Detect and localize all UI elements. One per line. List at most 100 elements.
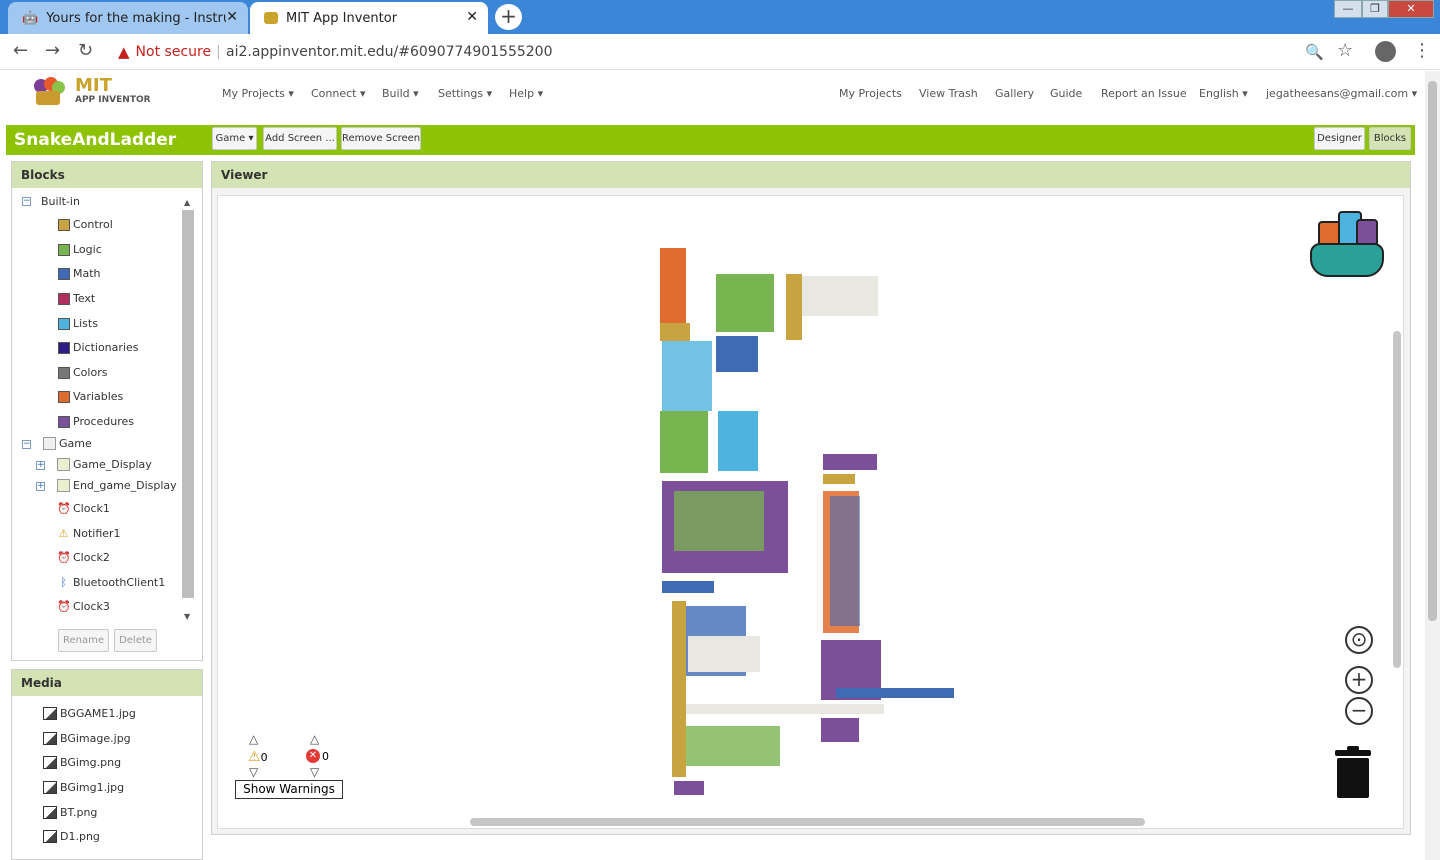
block-stack[interactable]	[716, 336, 758, 372]
tree-screen-game[interactable]: Game	[43, 437, 92, 450]
maximize-window-button[interactable]: ❐	[1362, 0, 1388, 18]
tree-item-control[interactable]: Control	[58, 218, 113, 231]
remove-screen-button[interactable]: Remove Screen	[341, 127, 421, 150]
block-stack[interactable]	[688, 636, 760, 672]
tree-item-game-display[interactable]: Game_Display	[57, 458, 152, 471]
zoom-in-icon[interactable]: +	[1345, 666, 1373, 694]
tree-item-clock1[interactable]: ⏰ Clock1	[57, 502, 110, 515]
delete-button[interactable]: Delete	[114, 629, 157, 652]
prev-error-icon[interactable]: △	[310, 732, 319, 746]
tree-item-colors[interactable]: Colors	[58, 366, 107, 379]
block-stack[interactable]	[674, 781, 704, 795]
prev-warning-icon[interactable]: △	[249, 732, 258, 746]
tree-item-notifier1[interactable]: ⚠ Notifier1	[57, 527, 121, 540]
menu-connect[interactable]: Connect ▾	[311, 87, 366, 100]
link-gallery[interactable]: Gallery	[995, 87, 1034, 100]
menu-settings[interactable]: Settings ▾	[438, 87, 492, 100]
browser-menu-icon[interactable]: ⋮	[1413, 40, 1431, 61]
media-file[interactable]: BT.png	[43, 806, 97, 819]
block-stack[interactable]	[686, 726, 780, 766]
menu-my-projects[interactable]: My Projects ▾	[222, 87, 294, 100]
media-file[interactable]: BGimg.png	[43, 756, 121, 769]
link-guide[interactable]: Guide	[1050, 87, 1082, 100]
url-input[interactable]: ai2.appinventor.mit.edu/#609077490155520…	[226, 44, 553, 60]
block-stack[interactable]	[660, 323, 690, 341]
block-stack[interactable]	[686, 704, 884, 714]
tree-builtin[interactable]: Built-in	[41, 195, 80, 208]
block-stack[interactable]	[836, 688, 954, 698]
media-file[interactable]: BGimg1.jpg	[43, 781, 124, 794]
link-report-issue[interactable]: Report an Issue	[1101, 87, 1187, 100]
block-stack[interactable]	[674, 491, 764, 551]
browser-tab-instructables[interactable]: 🤖 Yours for the making - Instructab ✕	[8, 2, 248, 34]
browser-tab-app-inventor[interactable]: MIT App Inventor ✕	[250, 2, 488, 34]
close-tab-icon[interactable]: ✕	[226, 9, 238, 25]
language-menu[interactable]: English ▾	[1199, 87, 1248, 100]
media-file[interactable]: D1.png	[43, 830, 100, 843]
blocks-tree-scrollbar[interactable]	[182, 210, 194, 598]
new-tab-button[interactable]: +	[495, 4, 522, 30]
block-stack[interactable]	[821, 718, 859, 742]
tree-item-end-game-display[interactable]: End_game_Display	[57, 479, 177, 492]
backpack-icon[interactable]	[1308, 207, 1386, 279]
block-stack[interactable]	[830, 496, 860, 626]
link-view-trash[interactable]: View Trash	[919, 87, 978, 100]
center-workspace-icon[interactable]: ⊙	[1345, 626, 1373, 654]
back-icon[interactable]: ←	[13, 40, 28, 61]
trash-can-icon[interactable]	[1335, 746, 1371, 798]
designer-button[interactable]: Designer	[1314, 127, 1365, 150]
expand-end-game-display-icon[interactable]: +	[36, 482, 45, 491]
tree-item-dictionaries[interactable]: Dictionaries	[58, 341, 138, 354]
link-my-projects[interactable]: My Projects	[839, 87, 902, 100]
account-menu[interactable]: jegatheesans@gmail.com ▾	[1266, 87, 1417, 100]
rename-button[interactable]: Rename	[58, 629, 109, 652]
tree-item-clock3[interactable]: ⏰ Clock3	[57, 600, 110, 613]
expand-game-display-icon[interactable]: +	[36, 461, 45, 470]
tree-item-math[interactable]: Math	[58, 267, 101, 280]
show-warnings-button[interactable]: Show Warnings	[235, 780, 343, 799]
zoom-out-icon[interactable]: −	[1345, 697, 1373, 725]
block-stack[interactable]	[660, 248, 686, 323]
tree-item-variables[interactable]: Variables	[58, 390, 123, 403]
profile-avatar[interactable]	[1375, 41, 1396, 62]
tree-item-text[interactable]: Text	[58, 292, 95, 305]
block-stack[interactable]	[672, 601, 686, 777]
menu-help[interactable]: Help ▾	[509, 87, 543, 100]
block-stack[interactable]	[660, 411, 708, 473]
workspace-horizontal-scrollbar[interactable]	[470, 818, 1145, 826]
app-inventor-logo-icon[interactable]	[30, 75, 70, 109]
block-stack[interactable]	[802, 276, 878, 316]
next-warning-icon[interactable]: ▽	[249, 765, 258, 779]
block-stack[interactable]	[718, 411, 758, 471]
next-error-icon[interactable]: ▽	[310, 765, 319, 779]
block-stack[interactable]	[786, 274, 802, 340]
media-file[interactable]: BGGAME1.jpg	[43, 707, 136, 720]
block-stack[interactable]	[662, 341, 712, 411]
tree-item-clock2[interactable]: ⏰ Clock2	[57, 551, 110, 564]
block-stack[interactable]	[823, 474, 855, 484]
page-scrollbar[interactable]	[1425, 71, 1440, 860]
block-stack[interactable]	[716, 274, 774, 332]
forward-icon[interactable]: →	[45, 40, 60, 61]
screen-select-dropdown[interactable]: Game ▾	[212, 127, 257, 150]
zoom-icon[interactable]: 🔍	[1305, 43, 1324, 61]
block-stack[interactable]	[823, 454, 877, 470]
bookmark-star-icon[interactable]: ☆	[1337, 40, 1353, 61]
collapse-game-icon[interactable]: −	[22, 440, 31, 449]
reload-icon[interactable]: ↻	[78, 40, 93, 61]
close-tab-icon[interactable]: ✕	[466, 9, 478, 25]
tree-item-logic[interactable]: Logic	[58, 243, 102, 256]
collapse-builtin-icon[interactable]: −	[22, 197, 31, 206]
media-file[interactable]: BGimage.jpg	[43, 732, 131, 745]
add-screen-button[interactable]: Add Screen ...	[263, 127, 337, 150]
block-stack[interactable]	[662, 581, 714, 593]
menu-build[interactable]: Build ▾	[382, 87, 419, 100]
security-indicator[interactable]: ▲ Not secure	[118, 43, 211, 61]
scroll-up-icon[interactable]: ▲	[184, 198, 190, 207]
minimize-window-button[interactable]: —	[1334, 0, 1362, 18]
scroll-down-icon[interactable]: ▼	[184, 612, 190, 621]
tree-item-bluetoothclient1[interactable]: ᛒ BluetoothClient1	[57, 576, 165, 589]
blocks-button[interactable]: Blocks	[1369, 127, 1411, 150]
tree-item-procedures[interactable]: Procedures	[58, 415, 134, 428]
workspace-vertical-scrollbar[interactable]	[1393, 331, 1401, 668]
